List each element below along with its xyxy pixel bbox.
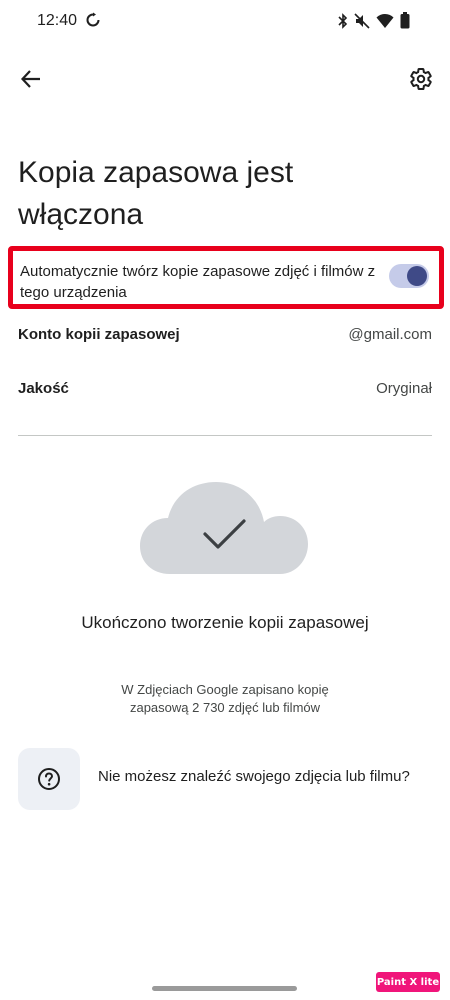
- gear-icon: [410, 68, 432, 91]
- divider: [18, 435, 432, 436]
- help-circle-icon: [38, 768, 60, 790]
- help-text: Nie możesz znaleźć swojego zdjęcia lub f…: [98, 768, 410, 785]
- backup-screen: 12:40 Kopia zapasowa jest włączona Autom…: [0, 0, 450, 1000]
- back-button[interactable]: [14, 62, 48, 96]
- backup-complete-title: Ukończono tworzenie kopii zapasowej: [81, 613, 369, 632]
- cloud-check-icon: [140, 482, 308, 574]
- auto-backup-toggle-row[interactable]: Automatycznie twórz kopie zapasowe zdjęć…: [8, 246, 444, 309]
- help-row[interactable]: Nie możesz znaleźć swojego zdjęcia lub f…: [18, 748, 432, 810]
- quality-row[interactable]: Jakość Oryginał: [18, 374, 432, 404]
- switch-thumb: [407, 266, 427, 286]
- bluetooth-icon: [338, 12, 348, 29]
- watermark-logo: Paint X lite: [376, 972, 440, 992]
- status-icons: [338, 12, 410, 29]
- battery-icon: [400, 12, 410, 29]
- backup-account-value: @gmail.com: [348, 326, 432, 343]
- quality-value: Oryginał: [376, 380, 432, 397]
- quality-label: Jakość: [18, 380, 69, 397]
- gesture-nav-bar[interactable]: [152, 986, 297, 991]
- auto-backup-label: Automatycznie twórz kopie zapasowe zdjęć…: [20, 263, 376, 301]
- settings-button[interactable]: [404, 62, 438, 96]
- backup-account-row[interactable]: Konto kopii zapasowej @gmail.com: [18, 320, 432, 350]
- backup-account-label: Konto kopii zapasowej: [18, 326, 180, 343]
- status-time: 12:40: [37, 12, 78, 29]
- page-title: Kopia zapasowa jest włączona: [18, 156, 294, 231]
- backup-complete-description: W Zdjęciach Google zapisano kopię zapaso…: [121, 682, 329, 715]
- arrow-back-icon: [20, 70, 40, 88]
- sync-icon: [86, 12, 100, 27]
- status-bar: 12:40: [0, 0, 450, 44]
- wifi-icon: [376, 13, 394, 28]
- mute-icon: [354, 12, 370, 29]
- help-icon-box: [18, 748, 80, 810]
- auto-backup-switch[interactable]: [389, 264, 429, 288]
